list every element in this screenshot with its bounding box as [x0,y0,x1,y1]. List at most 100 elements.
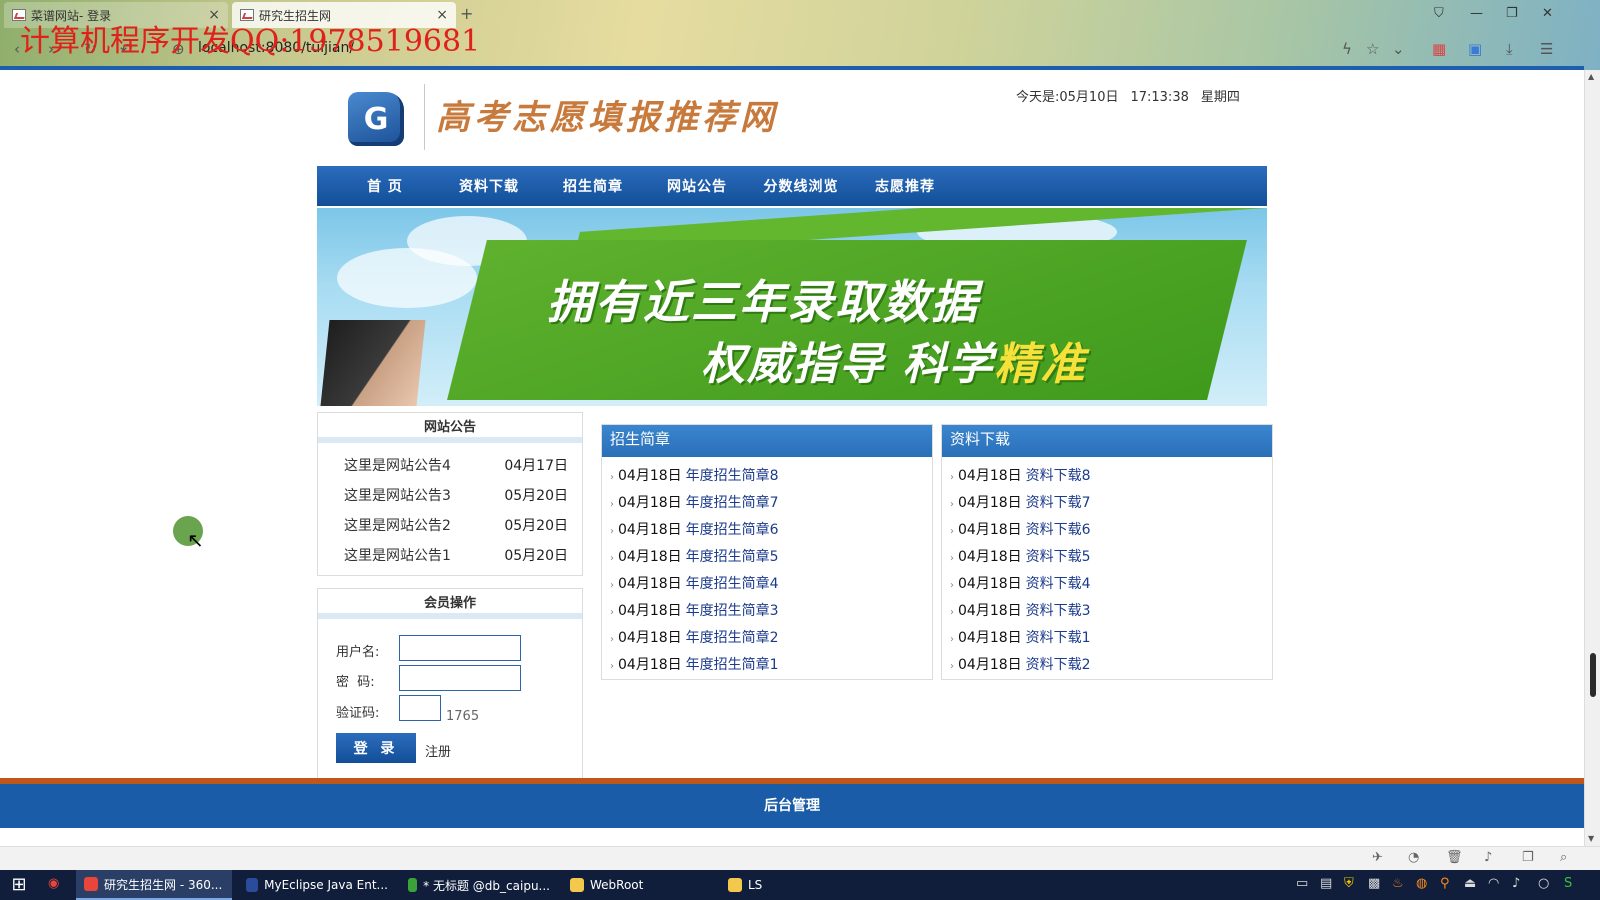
item-link[interactable]: 资料下载8 [1026,468,1091,484]
skin-icon[interactable]: ⛉ [1434,6,1444,21]
minimize-icon[interactable]: — [1470,6,1483,21]
item-link[interactable]: 资料下载6 [1026,522,1091,538]
apps-grid-icon[interactable]: ▦ [1432,40,1446,58]
folder-icon [728,878,742,892]
tray-network-app-icon[interactable]: ▤ [1320,876,1332,891]
notice-item[interactable]: 这里是网站公告2 05月20日 [344,515,568,535]
item-link[interactable]: 年度招生简章5 [686,549,779,565]
scroll-down-icon[interactable]: ▼ [1588,834,1594,843]
list-item[interactable]: › 04月18日 年度招生简章6 [610,519,779,539]
list-item[interactable]: › 04月18日 资料下载7 [950,492,1091,512]
trash-icon[interactable]: 🗑 [1446,850,1463,865]
arrow-icon: › [950,580,954,591]
taskbar-item[interactable]: MyEclipse Java Ent... [238,870,396,900]
list-item[interactable]: › 04月18日 资料下载5 [950,546,1091,566]
tray-qr-icon[interactable]: ▩ [1368,876,1380,891]
item-link[interactable]: 年度招生简章3 [686,603,779,619]
list-item[interactable]: › 04月18日 资料下载1 [950,627,1091,647]
list-item[interactable]: › 04月18日 年度招生简章3 [610,600,779,620]
tray-orange-icon[interactable]: ◍ [1416,876,1427,891]
item-link[interactable]: 年度招生简章6 [686,522,779,538]
nav-notices[interactable]: 网站公告 [645,176,749,196]
notice-item[interactable]: 这里是网站公告3 05月20日 [344,485,568,505]
scroll-up-icon[interactable]: ▲ [1588,72,1594,81]
tray-usb-icon[interactable]: ⏏ [1464,876,1476,891]
bookmark-star-icon[interactable]: ☆ [1366,40,1379,58]
list-item[interactable]: › 04月18日 资料下载4 [950,573,1091,593]
notice-item[interactable]: 这里是网站公告1 05月20日 [344,545,568,565]
item-link[interactable]: 年度招生简章1 [686,657,779,673]
item-link[interactable]: 资料下载5 [1026,549,1091,565]
taskbar-item[interactable]: WebRoot [562,870,712,900]
site-logo[interactable]: G [348,92,404,146]
dropdown-chevron-icon[interactable]: ⌄ [1392,40,1405,58]
nav-score-lines[interactable]: 分数线浏览 [749,176,853,196]
list-item[interactable]: › 04月18日 年度招生简章7 [610,492,779,512]
window-icon[interactable]: ❐ [1522,850,1534,865]
lightning-icon[interactable]: ϟ [1342,40,1352,58]
username-input[interactable] [399,635,521,661]
tray-wifi-icon[interactable]: ◠ [1488,876,1499,891]
item-link[interactable]: 年度招生简章8 [686,468,779,484]
taskbar-item[interactable]: 研究生招生网 - 360... [76,870,232,900]
register-link[interactable]: 注册 [425,741,451,760]
item-link[interactable]: 年度招生简章7 [686,495,779,511]
tray-app-icon[interactable]: ▭ [1296,876,1308,891]
arrow-icon: › [610,553,614,564]
taskbar-item[interactable]: LS [720,870,870,900]
list-item[interactable]: › 04月18日 年度招生简章1 [610,654,779,674]
list-item[interactable]: › 04月18日 年度招生简章2 [610,627,779,647]
nav-recommend[interactable]: 志愿推荐 [853,176,957,196]
rocket-icon[interactable]: ✈ [1372,850,1383,865]
notice-title[interactable]: 这里是网站公告1 [344,545,451,565]
captcha-input[interactable] [399,695,441,721]
item-link[interactable]: 资料下载4 [1026,576,1091,592]
notice-date: 04月17日 [504,458,568,474]
browser-chrome: 菜谱网站- 登录 × 研究生招生网 × + ⛉ — ❐ ✕ ‹ › ↻ ↶ ⊕ … [0,0,1600,70]
item-link[interactable]: 年度招生简章2 [686,630,779,646]
nav-downloads[interactable]: 资料下载 [437,176,541,196]
tray-green-icon[interactable]: S [1564,876,1572,891]
app-360-icon[interactable]: ◉ [48,876,59,891]
list-item[interactable]: › 04月18日 资料下载6 [950,519,1091,539]
nav-admissions[interactable]: 招生简章 [541,176,645,196]
tray-circle-icon[interactable]: ○ [1538,876,1549,891]
notice-item[interactable]: 这里是网站公告4 04月17日 [344,455,568,475]
list-item[interactable]: › 04月18日 年度招生简章5 [610,546,779,566]
notice-title[interactable]: 这里是网站公告4 [344,455,451,475]
list-item[interactable]: › 04月18日 年度招生简章8 [610,465,779,485]
item-date: 04月18日 [618,657,682,673]
scroll-thumb[interactable] [1590,653,1596,697]
nav-home[interactable]: 首 页 [333,176,437,196]
member-login-panel: 会员操作 用户名: 密 码: 验证码: 1765 登 录 注册 [317,588,583,788]
list-item[interactable]: › 04月18日 资料下载3 [950,600,1091,620]
login-button[interactable]: 登 录 [336,733,416,763]
tray-volume-icon[interactable]: ♪ [1512,876,1520,891]
menu-icon[interactable]: ☰ [1540,40,1553,58]
list-item[interactable]: › 04月18日 资料下载2 [950,654,1091,674]
item-link[interactable]: 资料下载7 [1026,495,1091,511]
start-button-icon[interactable]: ⊞ [8,874,30,896]
restore-icon[interactable]: ❐ [1506,6,1518,21]
page-scrollbar[interactable] [1584,70,1600,846]
list-item[interactable]: › 04月18日 年度招生简章4 [610,573,779,593]
close-window-icon[interactable]: ✕ [1542,6,1553,21]
screenshot-icon[interactable]: ▣ [1468,40,1482,58]
volume-icon[interactable]: ♪ [1484,850,1492,865]
notice-title[interactable]: 这里是网站公告3 [344,485,451,505]
item-link[interactable]: 年度招生简章4 [686,576,779,592]
list-item[interactable]: › 04月18日 资料下载8 [950,465,1091,485]
tray-java-icon[interactable]: ♨ [1392,876,1404,891]
item-link[interactable]: 资料下载3 [1026,603,1091,619]
notice-title[interactable]: 这里是网站公告2 [344,515,451,535]
tray-shield-icon[interactable]: ⛨ [1344,876,1354,891]
speed-icon[interactable]: ◔ [1408,850,1419,865]
password-input[interactable] [399,665,521,691]
zoom-icon[interactable]: ⌕ [1560,850,1567,865]
item-link[interactable]: 资料下载1 [1026,630,1091,646]
admin-link[interactable]: 后台管理 [764,798,820,814]
tray-search-icon[interactable]: ⚲ [1440,876,1450,891]
item-link[interactable]: 资料下载2 [1026,657,1091,673]
download-icon[interactable]: ⤓ [1506,40,1513,58]
taskbar-item[interactable]: * 无标题 @db_caipu... [400,870,558,900]
